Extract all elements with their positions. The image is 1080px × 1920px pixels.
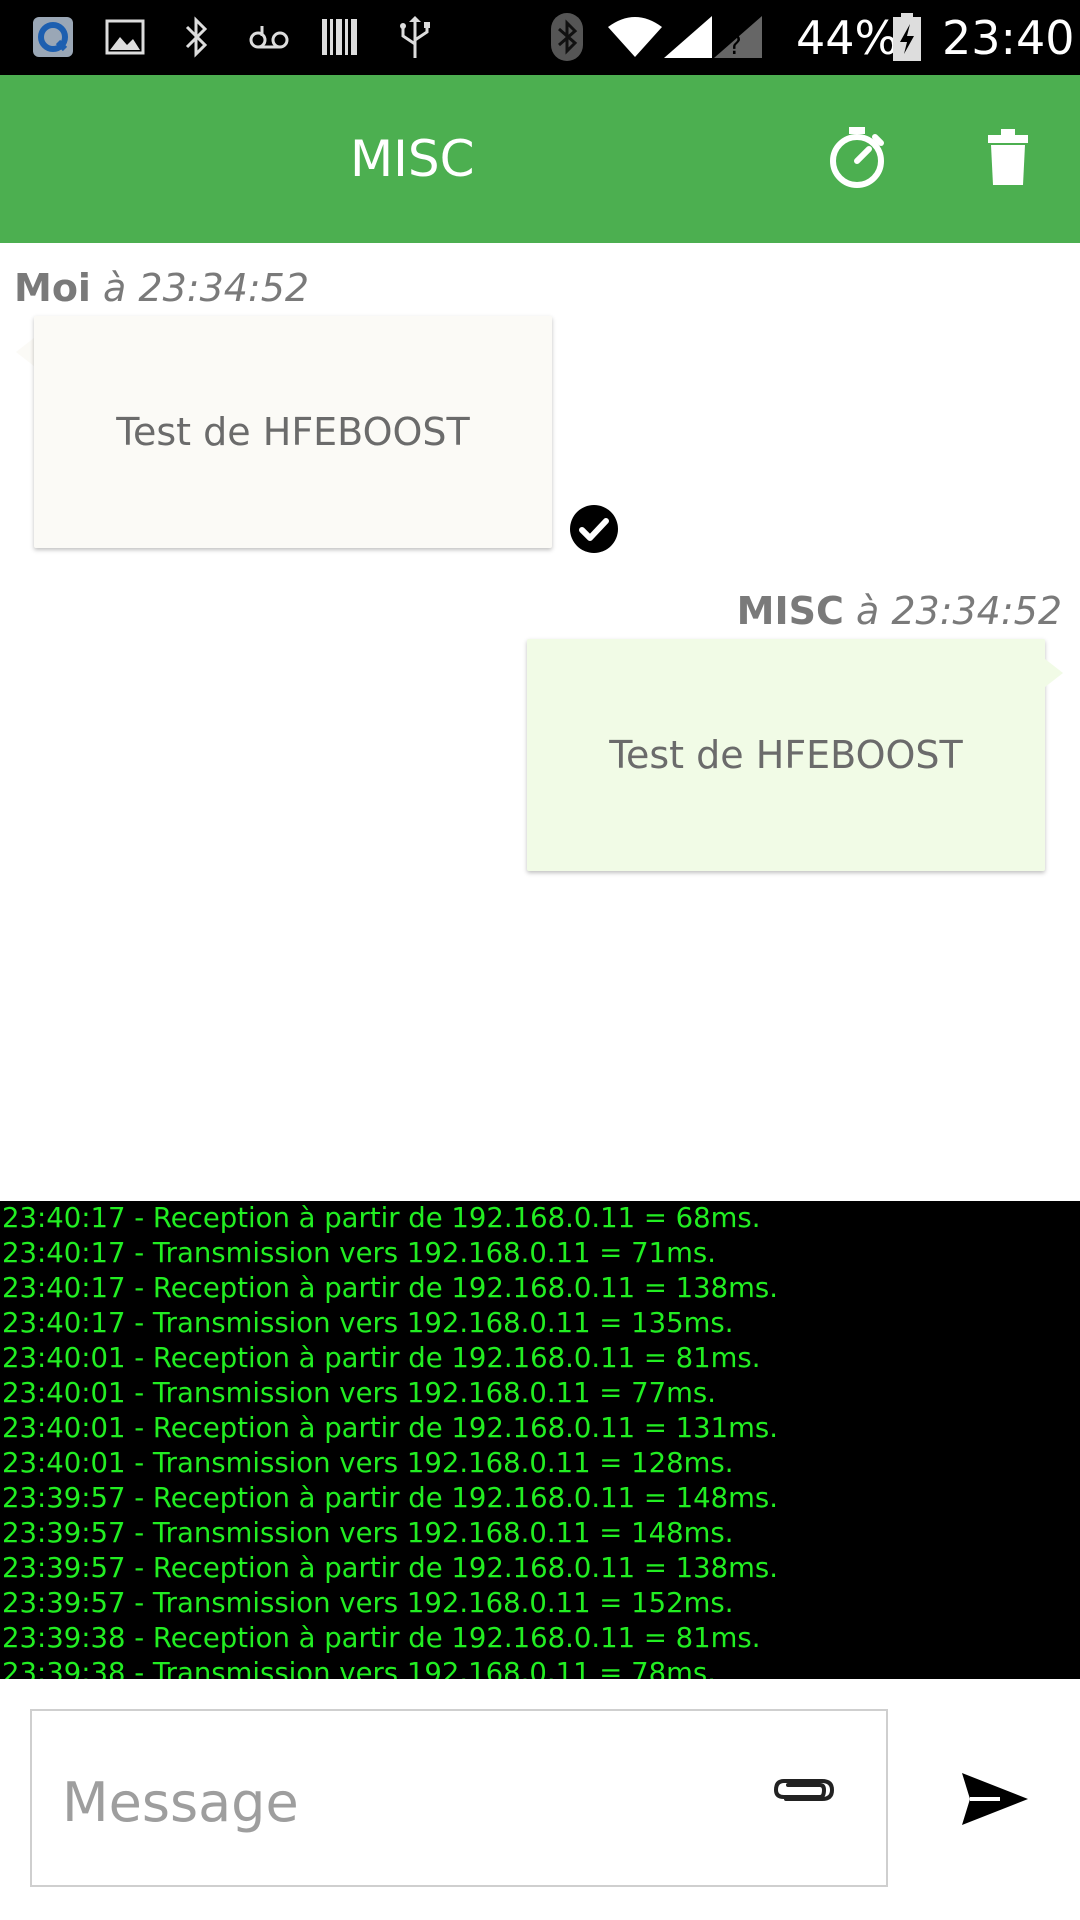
log-line: 23:40:01 - Reception à partir de 192.168… xyxy=(2,1342,761,1374)
bubble-tail xyxy=(1045,659,1063,687)
bluetooth-icon xyxy=(174,14,220,60)
bluetooth-status-icon xyxy=(544,13,590,61)
conversation-title: MISC xyxy=(350,130,475,188)
no-sim-signal-icon: ? xyxy=(712,14,764,60)
quick-app-icon xyxy=(30,14,76,60)
composer-bar xyxy=(0,1679,1080,1920)
bubble-tail xyxy=(16,338,34,366)
log-line: 23:39:38 - Reception à partir de 192.168… xyxy=(2,1622,761,1654)
log-line: 23:40:01 - Transmission vers 192.168.0.1… xyxy=(2,1377,716,1409)
svg-text:?: ? xyxy=(728,31,742,60)
timer-button[interactable] xyxy=(815,117,899,201)
gallery-icon xyxy=(102,14,148,60)
message-header: Moi à 23:34:52 xyxy=(14,263,309,313)
message-time: à 23:34:52 xyxy=(855,589,1062,633)
log-line: 23:40:17 - Transmission vers 192.168.0.1… xyxy=(2,1307,734,1339)
send-button[interactable] xyxy=(960,1771,1036,1841)
message-bubble[interactable]: Test de HFEBOOST xyxy=(34,316,552,548)
message-header: MISC à 23:34:52 xyxy=(737,586,1062,636)
log-line: 23:40:17 - Reception à partir de 192.168… xyxy=(2,1202,761,1234)
message-bubble[interactable]: Test de HFEBOOST xyxy=(527,639,1045,871)
delivered-check-icon xyxy=(570,505,618,553)
log-line: 23:39:57 - Transmission vers 192.168.0.1… xyxy=(2,1517,734,1549)
message-text: Test de HFEBOOST xyxy=(609,733,963,777)
usb-icon xyxy=(392,14,438,60)
trash-icon xyxy=(986,128,1030,190)
app-bar: MISC xyxy=(0,75,1080,243)
delete-button[interactable] xyxy=(966,117,1050,201)
timer-icon xyxy=(827,125,887,193)
battery-percent: 44% xyxy=(796,11,899,65)
message-time: à 23:34:52 xyxy=(103,266,310,310)
chat-area: Moi à 23:34:52 Test de HFEBOOST MISC à 2… xyxy=(0,243,1080,1201)
message-input[interactable] xyxy=(60,1751,704,1853)
signal-icon xyxy=(662,14,714,60)
status-time: 23:40 xyxy=(942,11,1075,65)
log-line: 23:39:57 - Reception à partir de 192.168… xyxy=(2,1482,778,1514)
log-line: 23:40:17 - Reception à partir de 192.168… xyxy=(2,1272,778,1304)
log-line: 23:39:38 - Transmission vers 192.168.0.1… xyxy=(2,1657,716,1679)
log-line: 23:40:17 - Transmission vers 192.168.0.1… xyxy=(2,1237,716,1269)
attach-button[interactable] xyxy=(772,1771,842,1831)
network-log-panel[interactable]: 23:40:17 - Reception à partir de 192.168… xyxy=(0,1201,1080,1679)
status-bar: ? 44% 23:40 xyxy=(0,0,1080,75)
wifi-icon xyxy=(606,14,664,60)
message-sender: Moi xyxy=(14,266,91,310)
battery-charging-icon xyxy=(890,13,924,61)
message-text: Test de HFEBOOST xyxy=(116,410,470,454)
log-line: 23:40:01 - Transmission vers 192.168.0.1… xyxy=(2,1447,734,1479)
paperclip-icon xyxy=(772,1779,838,1815)
send-icon xyxy=(960,1773,1030,1831)
message-sender: MISC xyxy=(736,589,844,633)
voicemail-icon xyxy=(246,14,292,60)
log-line: 23:39:57 - Reception à partir de 192.168… xyxy=(2,1552,778,1584)
log-line: 23:39:57 - Transmission vers 192.168.0.1… xyxy=(2,1587,734,1619)
log-line: 23:40:01 - Reception à partir de 192.168… xyxy=(2,1412,778,1444)
barcode-icon xyxy=(318,14,364,60)
message-input-box xyxy=(30,1709,888,1887)
